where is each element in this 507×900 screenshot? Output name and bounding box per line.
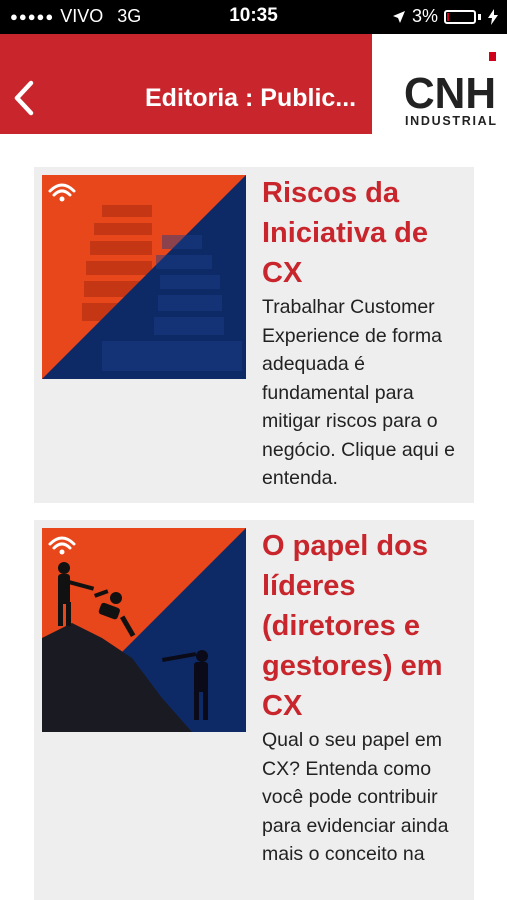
- status-right: 3%: [392, 6, 499, 27]
- article-description: Trabalhar Customer Experience de forma a…: [262, 296, 455, 489]
- article-body: Riscos da Iniciativa de CX Trabalhar Cus…: [262, 167, 468, 493]
- logo-sub-text: INDUSTRIAL: [405, 114, 496, 128]
- article-body: O papel dos líderes (diretores e gestore…: [262, 520, 468, 869]
- battery-icon: [444, 9, 476, 24]
- app-header: Editoria : Public... CNH INDUSTRIAL: [0, 34, 507, 134]
- article-thumbnail[interactable]: [42, 175, 246, 379]
- article-title[interactable]: O papel dos líderes (diretores e gestore…: [262, 526, 468, 726]
- status-bar: ●●●●● VIVO 3G 10:35 3%: [0, 0, 507, 34]
- cnh-industrial-logo: CNH INDUSTRIAL: [404, 52, 496, 128]
- battery-cap: [478, 13, 481, 20]
- article-title[interactable]: Riscos da Iniciativa de CX: [262, 173, 468, 293]
- charging-bolt-icon: [488, 8, 498, 25]
- article-thumbnail[interactable]: [42, 528, 246, 732]
- logo-main-text: CNH: [404, 69, 496, 118]
- article-card[interactable]: O papel dos líderes (diretores e gestore…: [34, 520, 474, 900]
- article-thumbnail-art: [42, 175, 246, 379]
- battery-level: [447, 12, 449, 21]
- battery-percent: 3%: [411, 6, 438, 26]
- article-card[interactable]: Riscos da Iniciativa de CX Trabalhar Cus…: [34, 167, 474, 503]
- article-thumbnail-art: [42, 528, 246, 732]
- header-title: Editoria : Public...: [145, 84, 357, 112]
- header-bar: Editoria : Public...: [0, 34, 372, 134]
- article-description: Qual o seu papel em CX? Entenda como voc…: [262, 729, 449, 865]
- back-chevron-icon[interactable]: [12, 80, 36, 116]
- location-arrow-icon: [392, 10, 405, 23]
